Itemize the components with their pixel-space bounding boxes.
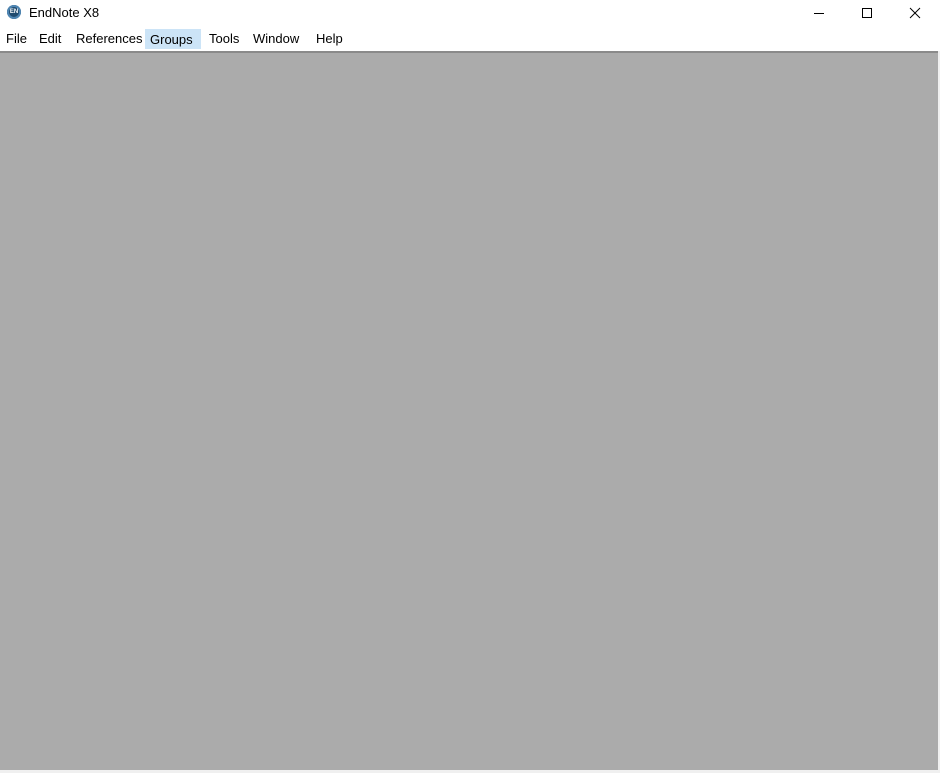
menu-help[interactable]: Help	[312, 29, 347, 49]
menu-bar: File Edit References Groups Tools Window…	[0, 28, 940, 50]
menu-references[interactable]: References	[72, 29, 146, 49]
close-button[interactable]	[892, 0, 938, 26]
maximize-button[interactable]	[844, 0, 890, 26]
close-icon	[909, 7, 921, 19]
mdi-workspace	[0, 51, 938, 770]
title-bar: EN EndNote X8	[0, 0, 940, 26]
menu-file[interactable]: File	[2, 29, 31, 49]
minimize-button[interactable]	[796, 0, 842, 26]
maximize-icon	[862, 8, 872, 18]
minimize-icon	[814, 13, 824, 14]
endnote-app-icon[interactable]: EN	[7, 5, 21, 19]
menu-groups[interactable]: Groups	[145, 29, 201, 49]
menu-tools[interactable]: Tools	[205, 29, 243, 49]
window-title: EndNote X8	[29, 5, 100, 20]
menu-window[interactable]: Window	[249, 29, 303, 49]
menu-edit[interactable]: Edit	[35, 29, 65, 49]
